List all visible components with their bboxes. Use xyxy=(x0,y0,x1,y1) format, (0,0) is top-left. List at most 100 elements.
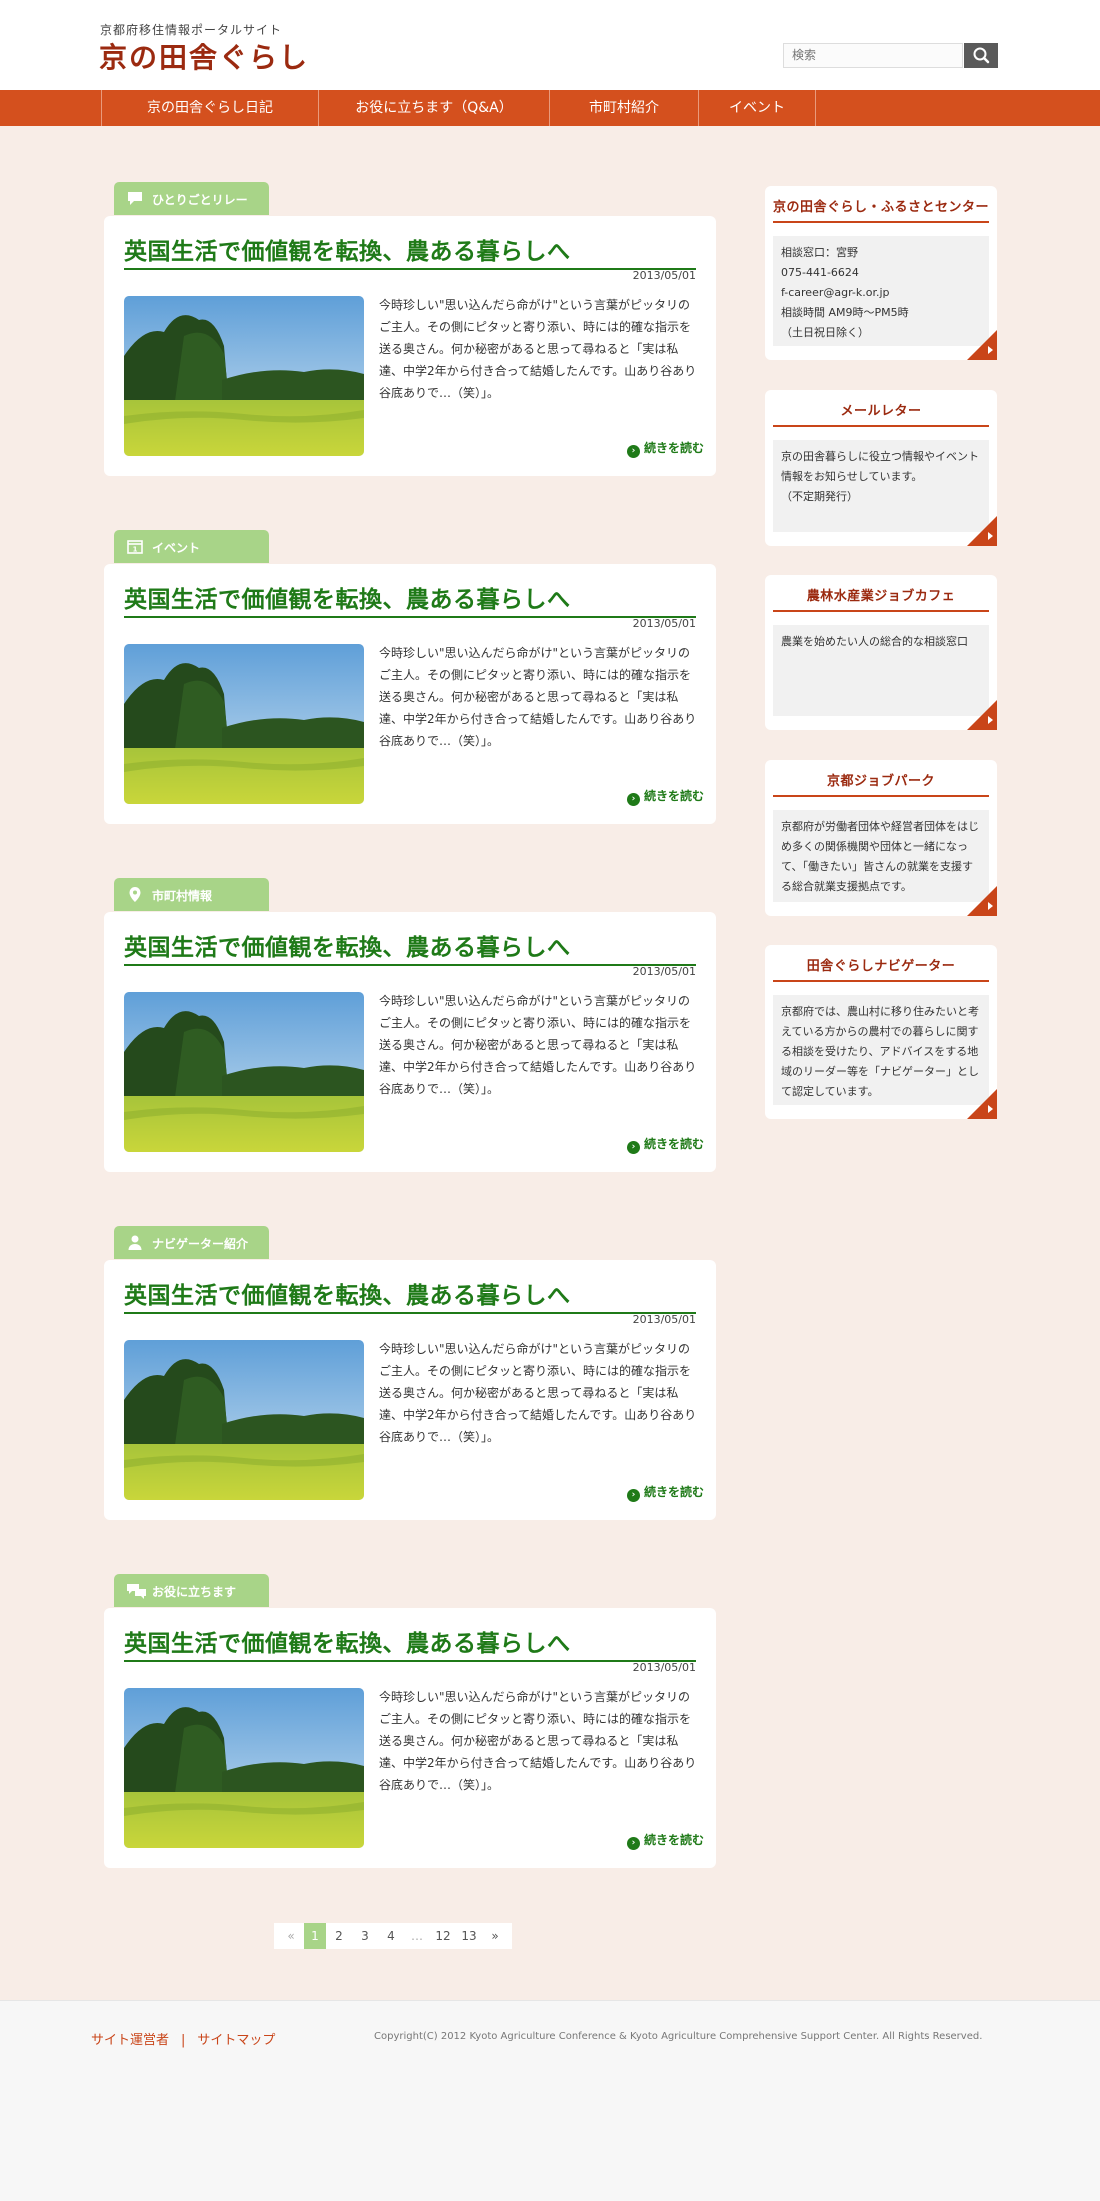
chevron-right-icon: › xyxy=(626,793,640,806)
pagination-next[interactable]: » xyxy=(482,1923,508,1949)
post-category-label: ひとりごとリレー xyxy=(152,193,248,207)
arrow-right-icon xyxy=(988,1105,993,1113)
sidebar-widget-body: 農業を始めたい人の総合的な相談窓口 xyxy=(773,625,989,716)
post-thumbnail[interactable] xyxy=(124,644,364,804)
post-excerpt: 今時珍しい"思い込んだら命がけ"という言葉がピッタリのご主人。その側にピタッと寄… xyxy=(379,1342,697,1444)
pagination-page-4[interactable]: 4 xyxy=(378,1923,404,1949)
sidebar-widget-title[interactable]: 農林水産業ジョブカフェ xyxy=(773,585,989,612)
post-date: 2013/05/01 xyxy=(632,1313,696,1326)
read-more-link[interactable]: › 続きを読む xyxy=(626,1135,704,1154)
sidebar-more-button[interactable] xyxy=(967,330,997,360)
post-thumbnail[interactable] xyxy=(124,1340,364,1500)
footer-link-operator[interactable]: サイト運営者 xyxy=(91,2033,169,2048)
read-more-link[interactable]: › 続きを読む xyxy=(626,787,704,806)
sidebar-widget: 京の田舎ぐらし・ふるさとセンター相談窓口：宮野 075-441-6624 f-car… xyxy=(765,186,997,360)
post-thumbnail[interactable] xyxy=(124,1688,364,1848)
read-more-link[interactable]: › 続きを読む xyxy=(626,1831,704,1850)
post-category-tag[interactable]: 1 イベント xyxy=(114,530,269,563)
post-category-tag[interactable]: お役に立ちます xyxy=(114,1574,269,1607)
post-date: 2013/05/01 xyxy=(632,269,696,282)
sidebar-widget-title[interactable]: メールレター xyxy=(773,400,989,427)
post-card: 英国生活で価値観を転換、農ある暮らしへ 2013/05/01 今時珍しい"思い込んだ… xyxy=(104,1608,716,1868)
post-title[interactable]: 英国生活で価値観を転換、農ある暮らしへ xyxy=(124,232,696,270)
nav-item-qa[interactable]: お役に立ちます（Q&A） xyxy=(318,90,549,126)
map-pin-icon xyxy=(126,886,144,903)
post-date: 2013/05/01 xyxy=(632,617,696,630)
arrow-right-icon xyxy=(988,902,993,910)
site-footer: サイト運営者 | サイトマップ Copyright(C) 2012 Kyoto Ag… xyxy=(0,2000,1100,2201)
sidebar-more-button[interactable] xyxy=(967,700,997,730)
sidebar-widget: 農林水産業ジョブカフェ農業を始めたい人の総合的な相談窓口 xyxy=(765,575,997,730)
chevron-right-icon: › xyxy=(626,1837,640,1850)
post-category-label: イベント xyxy=(152,541,201,555)
nav-item-diary[interactable]: 京の田舎ぐらし日記 xyxy=(101,90,318,126)
post-excerpt: 今時珍しい"思い込んだら命がけ"という言葉がピッタリのご主人。その側にピタッと寄… xyxy=(379,994,697,1096)
sidebar-widget-title[interactable]: 京都ジョブパーク xyxy=(773,770,989,797)
footer-separator: | xyxy=(181,2033,186,2048)
post-category-label: お役に立ちます xyxy=(152,1585,237,1599)
site-header: 京都府移住情報ポータルサイト 京の田舎ぐらし xyxy=(0,0,1100,90)
arrow-right-icon xyxy=(988,716,993,724)
search-button[interactable] xyxy=(964,43,998,68)
svg-text:1: 1 xyxy=(133,546,138,554)
sidebar-widget-line: 農業を始めたい人の総合的な相談窓口 xyxy=(781,635,968,648)
calendar-icon: 1 xyxy=(126,538,144,555)
person-icon xyxy=(126,1234,144,1251)
site-logo-title[interactable]: 京の田舎ぐらし xyxy=(99,36,309,76)
sidebar-widget-line: （土日祝日除く） xyxy=(781,326,869,339)
chevron-right-icon: › xyxy=(626,1489,640,1502)
nav-item-municipalities[interactable]: 市町村紹介 xyxy=(549,90,698,126)
post-category-tag[interactable]: ひとりごとリレー xyxy=(114,182,269,215)
sidebar-widget-line: 075-441-6624 xyxy=(781,266,859,279)
post-thumbnail[interactable] xyxy=(124,992,364,1152)
footer-links: サイト運営者 | サイトマップ xyxy=(91,2029,275,2048)
chevron-right-icon: › xyxy=(626,445,640,458)
sidebar-widget-body: 相談窓口：宮野 075-441-6624 f-career@agr-k.or.jp 相… xyxy=(773,236,989,346)
read-more-label: 続きを読む xyxy=(643,1833,704,1847)
sidebar-more-button[interactable] xyxy=(967,886,997,916)
sidebar-widget-line: 京の田舎暮らしに役立つ情報やイベント情報をお知らせしています。 xyxy=(781,450,979,483)
pagination-page-2[interactable]: 2 xyxy=(326,1923,352,1949)
sidebar-widget-title[interactable]: 田舎ぐらしナビゲーター xyxy=(773,955,989,982)
pagination-page-1[interactable]: 1 xyxy=(304,1923,326,1949)
post-category-tag[interactable]: 市町村情報 xyxy=(114,878,269,911)
arrow-right-icon xyxy=(988,532,993,540)
arrow-right-icon xyxy=(988,346,993,354)
pagination-page-3[interactable]: 3 xyxy=(352,1923,378,1949)
pagination: « 1 2 3 4 … 12 13 » xyxy=(274,1923,512,1949)
sidebar-widget: 京都ジョブパーク京都府が労働者団体や経営者団体をはじめ多くの関係機関や団体と一緒… xyxy=(765,760,997,916)
post-card: 英国生活で価値観を転換、農ある暮らしへ 2013/05/01 今時珍しい"思い込んだ… xyxy=(104,216,716,476)
pagination-page-13[interactable]: 13 xyxy=(456,1923,482,1949)
pagination-page-12[interactable]: 12 xyxy=(430,1923,456,1949)
sidebar-widget-body: 京の田舎暮らしに役立つ情報やイベント情報をお知らせしています。 （不定期発行） xyxy=(773,440,989,532)
post-title[interactable]: 英国生活で価値観を転換、農ある暮らしへ xyxy=(124,580,696,618)
search-input[interactable] xyxy=(784,44,970,66)
read-more-link[interactable]: › 続きを読む xyxy=(626,439,704,458)
sidebar-widget-line: 京都府が労働者団体や経営者団体をはじめ多くの関係機関や団体と一緒になって、「働き… xyxy=(781,820,979,893)
post-title[interactable]: 英国生活で価値観を転換、農ある暮らしへ xyxy=(124,928,696,966)
post-title[interactable]: 英国生活で価値観を転換、農ある暮らしへ xyxy=(124,1276,696,1314)
read-more-link[interactable]: › 続きを読む xyxy=(626,1483,704,1502)
sidebar-more-button[interactable] xyxy=(967,516,997,546)
read-more-label: 続きを読む xyxy=(643,1137,704,1151)
sidebar-widget-title[interactable]: 京の田舎ぐらし・ふるさとセンター xyxy=(773,196,989,223)
search-field[interactable] xyxy=(783,43,970,68)
post-excerpt: 今時珍しい"思い込んだら命がけ"という言葉がピッタリのご主人。その側にピタッと寄… xyxy=(379,646,697,748)
post-category-tag[interactable]: ナビゲーター紹介 xyxy=(114,1226,269,1259)
sidebar-widget-body: 京都府が労働者団体や経営者団体をはじめ多くの関係機関や団体と一緒になって、「働き… xyxy=(773,810,989,902)
speech-bubble-icon xyxy=(126,190,144,207)
pagination-prev[interactable]: « xyxy=(278,1923,304,1949)
post-thumbnail[interactable] xyxy=(124,296,364,456)
chat-bubbles-icon xyxy=(126,1582,146,1599)
post-excerpt: 今時珍しい"思い込んだら命がけ"という言葉がピッタリのご主人。その側にピタッと寄… xyxy=(379,298,697,400)
post-title[interactable]: 英国生活で価値観を転換、農ある暮らしへ xyxy=(124,1624,696,1662)
read-more-label: 続きを読む xyxy=(643,789,704,803)
post-category-label: 市町村情報 xyxy=(152,889,213,903)
sidebar-widget-line: 相談時間 AM9時～PM5時 xyxy=(781,306,909,319)
footer-link-sitemap[interactable]: サイトマップ xyxy=(197,2033,275,2048)
sidebar-more-button[interactable] xyxy=(967,1089,997,1119)
nav-item-events[interactable]: イベント xyxy=(698,90,816,126)
sidebar-widget-line: 京都府では、農山村に移り住みたいと考えている方からの農村での暮らしに関する相談を… xyxy=(781,1005,979,1098)
sidebar-widget-line: （不定期発行） xyxy=(781,490,858,503)
sidebar-widget-body: 京都府では、農山村に移り住みたいと考えている方からの農村での暮らしに関する相談を… xyxy=(773,995,989,1105)
